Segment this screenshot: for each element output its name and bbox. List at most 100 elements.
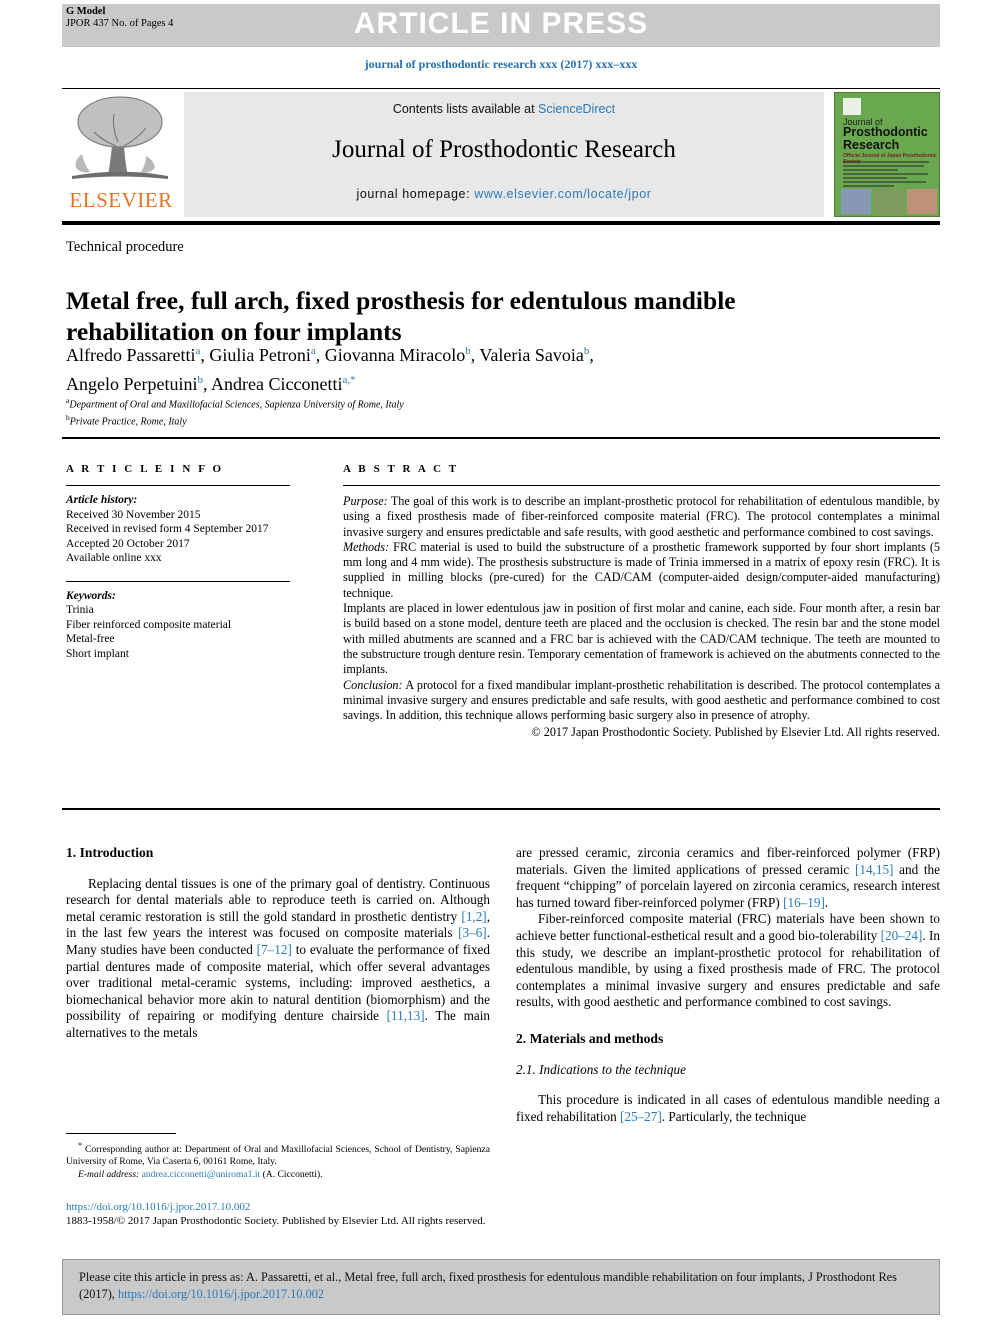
keywords-label: Keywords: <box>66 589 116 602</box>
author-sep: , <box>202 374 211 394</box>
keyword-item: Trinia <box>66 604 94 616</box>
keywords-rule <box>66 580 290 582</box>
author-item: Alfredo Passarettia, <box>66 345 209 365</box>
citation-ref[interactable]: [20–24] <box>881 928 923 943</box>
abstract-conclusion-label: Conclusion: <box>343 677 403 692</box>
section-heading-introduction: 1. Introduction <box>66 845 154 860</box>
citation-ref[interactable]: [25–27] <box>620 1109 662 1124</box>
abstract-methods-label: Methods: <box>343 539 390 554</box>
author-name: Valeria Savoia <box>479 345 584 365</box>
keyword-item: Short implant <box>66 647 129 660</box>
citation-ref[interactable]: [7–12] <box>257 942 292 957</box>
email-link[interactable]: andrea.cicconetti@uniroma1.it <box>142 1169 261 1180</box>
issn-copyright-line: 1883-1958/© 2017 Japan Prosthodontic Soc… <box>66 1215 486 1227</box>
page-title: Metal free, full arch, fixed prosthesis … <box>66 286 736 347</box>
indications-paragraph: This procedure is indicated in all cases… <box>516 1092 940 1125</box>
section-heading-materials-and-methods: 2. Materials and methods <box>516 1030 664 1046</box>
cite-doi-link[interactable]: https://doi.org/10.1016/j.jpor.2017.10.0… <box>118 1287 324 1301</box>
paper-page: G Model JPOR 437 No. of Pages 4 ARTICLE … <box>0 0 992 1323</box>
history-item: Received in revised form 4 September 201… <box>66 523 269 535</box>
author-name: Angelo Perpetuini <box>66 374 198 394</box>
affiliations: aDepartment of Oral and Maxillofacial Sc… <box>66 394 666 429</box>
article-history-block: Article history: Received 30 November 20… <box>66 493 290 566</box>
cite-this-article-box: Please cite this article in press as: A.… <box>62 1259 940 1315</box>
citation-ref[interactable]: [11,13] <box>387 1008 425 1023</box>
author-name: Giulia Petroni <box>209 345 311 365</box>
history-item: Received 30 November 2015 <box>66 508 201 521</box>
abstract-column: A B S T R A C T Purpose: The goal of thi… <box>343 463 940 741</box>
author-item: Angelo Perpetuinib, <box>66 374 211 394</box>
keywords-block: Keywords: Trinia Fiber reinforced compos… <box>66 589 290 662</box>
cite-this-article-text: Please cite this article in press as: A.… <box>79 1269 925 1303</box>
masthead-bottom-rule <box>62 221 940 225</box>
article-info-heading: A R T I C L E I N F O <box>66 463 224 475</box>
journal-running-head: journal of prosthodontic research xxx (2… <box>364 57 638 71</box>
indications-text-b: . Particularly, the technique <box>661 1108 807 1124</box>
elsevier-logo: ELSEVIER <box>62 92 180 217</box>
doi-link[interactable]: https://doi.org/10.1016/j.jpor.2017.10.0… <box>66 1200 666 1214</box>
info-section-top-rule <box>62 437 940 439</box>
abstract-methods: Methods: FRC material is used to build t… <box>343 540 940 601</box>
article-info-column: A R T I C L E I N F O Article history: R… <box>66 463 290 661</box>
affiliation-text: Private Practice, Rome, Italy <box>69 416 187 428</box>
affiliation-item: bPrivate Practice, Rome, Italy <box>66 411 666 428</box>
author-affil-marker: a,* <box>342 374 356 386</box>
footnote-block: * Corresponding author at: Department of… <box>66 1140 490 1181</box>
citation-ref[interactable]: [16–19] <box>783 895 825 910</box>
corresponding-author-note: * Corresponding author at: Department of… <box>66 1140 490 1169</box>
cover-placeholder-lines <box>843 161 935 189</box>
article-history-label: Article history: <box>66 494 138 506</box>
author-name: Alfredo Passaretti <box>66 345 196 365</box>
corresponding-author-text: Corresponding author at: Department of O… <box>66 1144 490 1168</box>
body-column-left: 1. Introduction Replacing dental tissues… <box>66 845 490 1042</box>
homepage-label: journal homepage: <box>356 187 475 201</box>
abstract-rule <box>343 485 940 486</box>
article-info-rule <box>66 485 290 486</box>
cover-image-strip <box>841 189 937 214</box>
masthead: ELSEVIER Contents lists available at Sci… <box>62 92 940 217</box>
journal-homepage-line: journal homepage: www.elsevier.com/locat… <box>184 187 824 201</box>
journal-cover-thumbnail: Journal of Prosthodontic Research Offici… <box>834 92 940 217</box>
abstract-purpose-text: The goal of this work is to describe an … <box>343 494 940 539</box>
right-text-d: Fiber-reinforced composite material (FRC… <box>516 911 940 943</box>
abstract-methods-text: FRC material is used to build the substr… <box>343 539 940 600</box>
affiliation-item: aDepartment of Oral and Maxillofacial Sc… <box>66 394 666 411</box>
right-paragraph-1: are pressed ceramic, zirconia ceramics a… <box>516 845 940 911</box>
abstract-body: Purpose: The goal of this work is to des… <box>343 494 940 741</box>
right-text-c: . <box>824 894 829 910</box>
homepage-link[interactable]: www.elsevier.com/locate/jpor <box>474 187 651 201</box>
email-note: E-mail address: andrea.cicconetti@unirom… <box>66 1169 490 1181</box>
body-top-rule <box>62 808 940 810</box>
author-item: Andrea Cicconettia,* <box>211 374 356 394</box>
contents-prefix: Contents lists available at <box>392 102 539 116</box>
history-item: Accepted 20 October 2017 <box>66 537 190 550</box>
author-sep: , <box>589 345 594 365</box>
intro-paragraph: Replacing dental tissues is one of the p… <box>66 876 490 1042</box>
author-name: Andrea Cicconetti <box>211 374 343 394</box>
masthead-center-panel: Contents lists available at ScienceDirec… <box>184 92 824 217</box>
sciencedirect-link[interactable]: ScienceDirect <box>538 102 615 116</box>
footnote-rule <box>66 1133 176 1134</box>
abstract-purpose-label: Purpose: <box>343 494 388 508</box>
subsection-heading-indications: 2.1. Indications to the technique <box>516 1061 686 1077</box>
abstract-methods-continued: Implants are placed in lower edentulous … <box>343 601 940 677</box>
citation-ref[interactable]: [1,2] <box>461 909 486 924</box>
cover-elsevier-mark-icon <box>843 98 861 115</box>
citation-ref[interactable]: [14,15] <box>855 862 893 877</box>
journal-title: Journal of Prosthodontic Research <box>332 136 676 163</box>
email-label: E-mail address: <box>78 1168 140 1180</box>
article-category: Technical procedure <box>66 239 184 255</box>
citation-ref[interactable]: [3–6] <box>458 925 487 940</box>
abstract-purpose: Purpose: The goal of this work is to des… <box>343 494 940 540</box>
masthead-top-rule <box>62 88 940 89</box>
history-item: Available online xxx <box>66 552 162 564</box>
cover-line2: Prosthodontic Research <box>843 125 928 152</box>
contents-line: Contents lists available at ScienceDirec… <box>184 102 824 116</box>
author-sep: , <box>315 345 325 365</box>
author-item: Valeria Savoiab, <box>479 345 593 365</box>
author-item: Giovanna Miracolob, <box>325 345 480 365</box>
article-in-press-title: ARTICLE IN PRESS <box>353 7 649 40</box>
author-item: Giulia Petronia, <box>209 345 324 365</box>
elsevier-wordmark: ELSEVIER <box>69 188 173 212</box>
author-name: Giovanna Miracolo <box>324 345 466 365</box>
